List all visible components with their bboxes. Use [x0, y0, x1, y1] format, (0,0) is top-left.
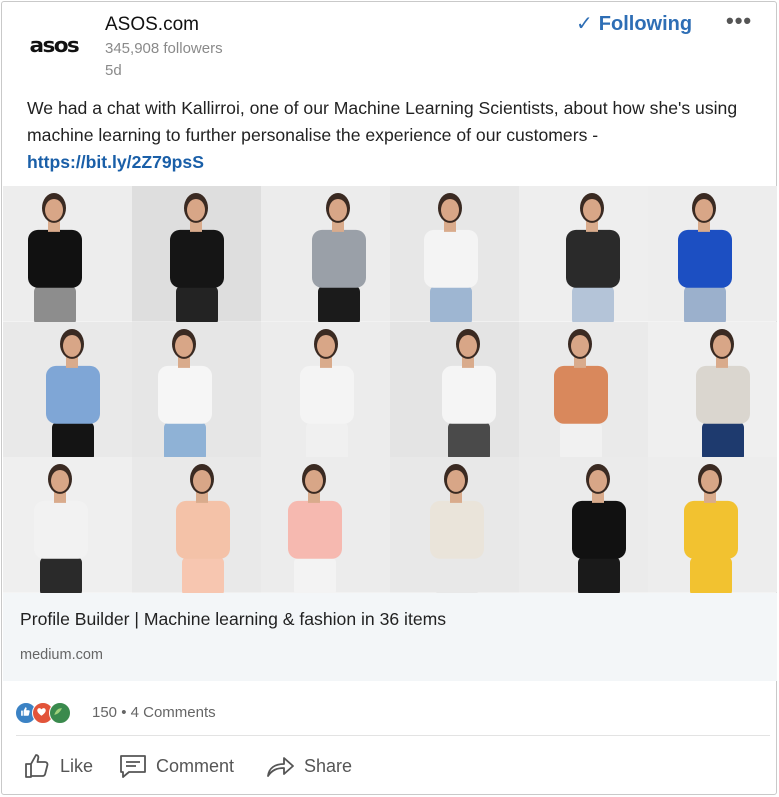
grid-photo [132, 186, 261, 322]
grid-photo [3, 186, 132, 322]
share-button[interactable]: Share [264, 745, 352, 787]
post-text: We had a chat with Kallirroi, one of our… [27, 95, 767, 176]
thumbs-up-icon [25, 754, 49, 778]
following-label: Following [598, 13, 693, 35]
share-arrow-icon [267, 757, 294, 777]
post-link[interactable]: https://bit.ly/2Z79psS [27, 152, 204, 172]
grid-photo [519, 186, 648, 322]
post-time: 5d [105, 62, 122, 79]
grid-photo [390, 457, 519, 593]
link-preview-title[interactable]: Profile Builder | Machine learning & fas… [20, 609, 446, 630]
grid-photo [390, 186, 519, 322]
grid-photo [648, 186, 777, 322]
grid-photo [648, 321, 777, 458]
post-body: We had a chat with Kallirroi, one of our… [27, 98, 738, 145]
grid-photo [261, 186, 390, 322]
comment-label: Comment [156, 755, 235, 776]
grid-photo [261, 321, 390, 458]
grid-photo [3, 457, 132, 593]
like-label: Like [60, 755, 94, 776]
comment-icon [120, 755, 146, 778]
grid-photo [519, 457, 648, 593]
company-name[interactable]: ASOS.com [105, 14, 199, 36]
social-counts[interactable]: 150 • 4 Comments [92, 704, 216, 721]
divider [16, 735, 770, 736]
grid-photo [3, 321, 132, 458]
grid-photo [648, 457, 777, 593]
follower-count: 345,908 followers [105, 40, 223, 57]
link-preview[interactable]: Profile Builder | Machine learning & fas… [3, 593, 777, 681]
comment-button[interactable]: Comment [118, 745, 234, 787]
celebrate-reaction-icon [49, 702, 71, 724]
grid-photo [261, 457, 390, 593]
article-image-grid[interactable] [3, 186, 777, 593]
checkmark-icon: ✓ [576, 13, 593, 35]
grid-photo [132, 457, 261, 593]
grid-photo [390, 321, 519, 458]
like-button[interactable]: Like [22, 745, 93, 787]
company-logo[interactable]: asos [30, 30, 97, 60]
following-button[interactable]: ✓ Following [576, 11, 692, 36]
grid-photo [519, 321, 648, 458]
share-label: Share [304, 755, 353, 776]
grid-photo [132, 321, 261, 458]
more-options-icon[interactable]: ••• [726, 8, 752, 34]
link-preview-source: medium.com [20, 647, 103, 663]
